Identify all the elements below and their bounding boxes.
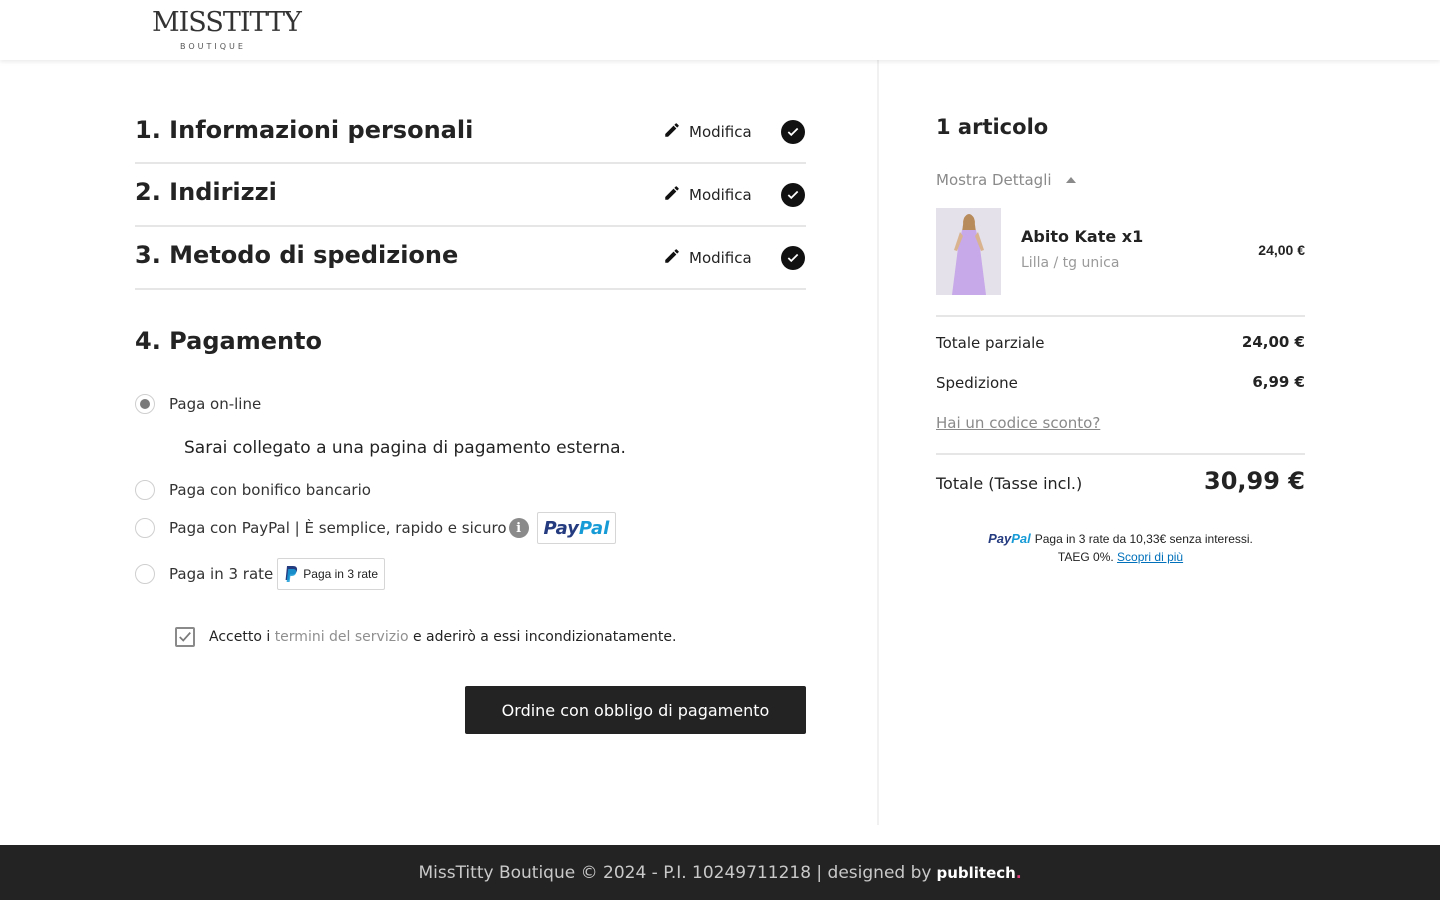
paypal-pal-text: Pal xyxy=(578,517,610,539)
payment-option-online[interactable]: Paga on-line xyxy=(135,394,261,414)
installments-badge-text: Paga in 3 rate xyxy=(303,567,378,581)
logo-tagline: BOUTIQUE xyxy=(180,42,246,51)
paypal-pay-text: Pay xyxy=(543,517,579,539)
pencil-icon xyxy=(663,121,681,143)
payment-option-bank-transfer[interactable]: Paga con bonifico bancario xyxy=(135,480,371,500)
edit-addresses-button[interactable]: Modifica xyxy=(663,184,752,206)
step-shipping-method: 3. Metodo di spedizione Modifica xyxy=(135,227,806,290)
paypal-installments-badge: Paga in 3 rate xyxy=(277,558,385,590)
pencil-icon xyxy=(663,184,681,206)
paypal-pay-text: Pay xyxy=(988,531,1012,546)
place-order-button[interactable]: Ordine con obbligo di pagamento xyxy=(465,686,806,734)
radio-installments[interactable] xyxy=(135,564,155,584)
product-price: 24,00 € xyxy=(1258,242,1305,258)
column-divider xyxy=(877,60,879,825)
paypal-pal-text: Pal xyxy=(1011,531,1031,546)
radio-online[interactable] xyxy=(135,394,155,414)
site-footer: MissTitty Boutique © 2024 - P.I. 1024971… xyxy=(0,845,1440,900)
learn-more-link[interactable]: Scopri di più xyxy=(1117,550,1183,564)
edit-label: Modifica xyxy=(689,123,752,141)
paypal-logo-icon: PayPal xyxy=(544,518,610,539)
taeg-text: TAEG 0%. xyxy=(1057,550,1114,564)
total-value: 30,99 € xyxy=(1204,467,1305,495)
option-label: Paga in 3 rate xyxy=(169,565,274,583)
paypal-message-line2: TAEG 0%. Scopri di più xyxy=(936,548,1305,566)
product-thumbnail[interactable] xyxy=(936,208,1001,295)
paypal-logo-icon: PayPal xyxy=(988,531,1031,546)
shipping-value: 6,99 € xyxy=(1252,373,1305,391)
step-personal-info: 1. Informazioni personali Modifica xyxy=(135,101,806,164)
info-icon[interactable]: i xyxy=(508,518,529,538)
external-payment-note: Sarai collegato a una pagina di pagament… xyxy=(184,438,626,458)
designer-logo[interactable]: publitech. xyxy=(936,864,1021,882)
terms-checkbox[interactable] xyxy=(175,627,195,647)
subtotal-value: 24,00 € xyxy=(1241,333,1305,351)
terms-prefix: Accetto i xyxy=(209,629,275,645)
check-icon xyxy=(781,246,805,270)
footer-copyright: MissTitty Boutique © 2024 - P.I. 1024971… xyxy=(418,862,932,883)
check-icon xyxy=(781,120,805,144)
checkmark-icon xyxy=(179,632,191,642)
details-toggle-label: Mostra Dettagli xyxy=(936,171,1052,189)
option-label: Paga on-line xyxy=(169,395,262,413)
step-title: 1. Informazioni personali xyxy=(135,116,474,144)
option-label: Paga con PayPal | È semplice, rapido e s… xyxy=(169,519,507,537)
site-header: MISSTITTY BOUTIQUE xyxy=(0,0,1440,60)
terms-of-service-link[interactable]: termini del servizio xyxy=(275,629,409,645)
shipping-label: Spedizione xyxy=(936,374,1018,392)
dress-image xyxy=(936,208,1001,295)
payment-title: 4. Pagamento xyxy=(135,327,323,355)
brand-logo[interactable]: MISSTITTY BOUTIQUE xyxy=(152,6,302,54)
product-variant: Lilla / tg unica xyxy=(1021,255,1120,271)
designer-name: publitech xyxy=(936,863,1016,882)
caret-up-icon xyxy=(1065,177,1076,183)
payment-option-installments[interactable]: Paga in 3 rate Paga in 3 rate xyxy=(135,558,385,590)
paypal-installment-message: PayPal Paga in 3 rate da 10,33€ senza int… xyxy=(936,530,1305,566)
product-name[interactable]: Abito Kate x1 xyxy=(1021,227,1143,246)
total-divider xyxy=(936,453,1305,455)
designer-dot: . xyxy=(1015,863,1022,882)
option-label: Paga con bonifico bancario xyxy=(169,481,371,499)
step-title: 2. Indirizzi xyxy=(135,178,277,206)
paypal-message-text: Paga in 3 rate da 10,33€ senza interessi… xyxy=(1034,532,1253,546)
terms-suffix: e aderirò a essi incondizionatamente. xyxy=(408,629,677,645)
cart-item-count: 1 articolo xyxy=(936,115,1049,139)
radio-bank-transfer[interactable] xyxy=(135,480,155,500)
subtotal-label: Totale parziale xyxy=(936,334,1045,352)
discount-code-link[interactable]: Hai un codice sconto? xyxy=(936,414,1100,432)
summary-divider xyxy=(936,315,1305,317)
payment-option-paypal[interactable]: Paga con PayPal | È semplice, rapido e s… xyxy=(135,512,617,544)
edit-personal-info-button[interactable]: Modifica xyxy=(663,121,752,143)
edit-label: Modifica xyxy=(689,249,752,267)
step-title: 3. Metodo di spedizione xyxy=(135,241,459,269)
paypal-badge: PayPal xyxy=(536,512,617,544)
pencil-icon xyxy=(663,247,681,269)
radio-paypal[interactable] xyxy=(135,518,155,538)
terms-agreement: Accetto i termini del servizio e aderirò… xyxy=(175,627,676,647)
logo-wordmark: MISSTITTY xyxy=(152,7,302,38)
check-icon xyxy=(781,183,805,207)
edit-shipping-button[interactable]: Modifica xyxy=(663,247,752,269)
terms-text: Accetto i termini del servizio e aderirò… xyxy=(209,629,676,645)
paypal-p-icon xyxy=(284,566,298,582)
total-label: Totale (Tasse incl.) xyxy=(936,474,1083,493)
paypal-message-line1: PayPal Paga in 3 rate da 10,33€ senza int… xyxy=(936,530,1305,548)
show-details-toggle[interactable]: Mostra Dettagli xyxy=(936,171,1076,189)
step-addresses: 2. Indirizzi Modifica xyxy=(135,164,806,227)
edit-label: Modifica xyxy=(689,186,752,204)
